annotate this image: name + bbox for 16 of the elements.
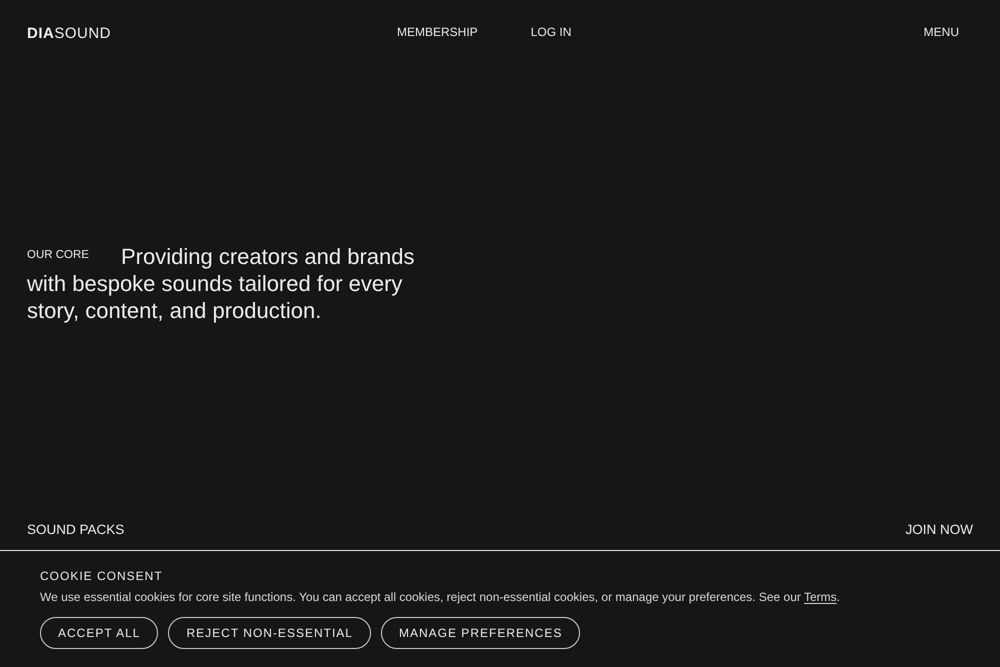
cookie-button[interactable]: REJECT NON-ESSENTIAL (168, 617, 371, 649)
site-logo[interactable]: DIASOUND (27, 26, 397, 40)
cookie-button[interactable]: ACCEPT ALL (40, 617, 158, 649)
terms-link[interactable]: Terms (804, 590, 837, 604)
menu-button[interactable]: MENU (924, 22, 959, 40)
nav-link[interactable]: MEMBERSHIP (397, 22, 478, 40)
section-label: OUR CORE (27, 248, 90, 263)
cookie-text: We use essential cookies for core site functions. You can accept all cookies, reject non-essential cookies, or manage your preferences. See our Terms. (40, 589, 842, 605)
cookie-button[interactable]: MANAGE PREFERENCES (380, 617, 580, 649)
hero-text-line: with bespoke sounds tailored for every (27, 270, 402, 297)
cookie-title: COOKIE CONSENT (40, 568, 164, 584)
join-now-link[interactable]: JOIN NOW (906, 520, 973, 541)
hero-text-line: story, content, and production. (27, 297, 322, 324)
sound-packs-link[interactable]: SOUND PACKS (27, 520, 124, 541)
nav-link[interactable]: LOG IN (530, 22, 572, 40)
hero-text-line: Providing creators and brands (121, 243, 414, 270)
